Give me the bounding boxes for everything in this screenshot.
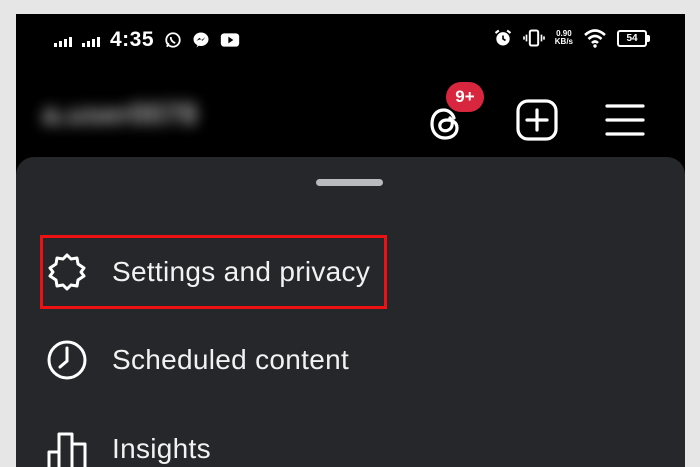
profile-header: a.user0078 9+ <box>16 68 685 158</box>
username-blurred[interactable]: a.user0078 <box>42 98 322 134</box>
clock-icon <box>44 337 90 383</box>
clock: 4:35 <box>110 28 155 51</box>
insights-chart-icon <box>44 426 90 467</box>
youtube-icon <box>220 33 240 47</box>
notification-badge: 9+ <box>446 82 484 112</box>
menu-item-insights[interactable]: Insights <box>44 419 211 467</box>
menu-item-label: Insights <box>112 433 211 464</box>
signal-icon <box>82 33 100 47</box>
sheet-drag-handle[interactable] <box>316 179 383 186</box>
status-bar-right: 0.90 KB/s 54 <box>493 28 650 48</box>
menu-item-label: Settings and privacy <box>112 256 371 287</box>
menu-item-label: Scheduled content <box>112 344 350 375</box>
messenger-icon <box>193 32 209 48</box>
menu-item-settings-and-privacy[interactable]: Settings and privacy <box>44 242 370 302</box>
network-speed-unit: KB/s <box>554 37 573 46</box>
phone-screen: 4:35 0.90 KB/s 54 a.user0078 9+ Settings… <box>16 14 685 467</box>
vibrate-icon <box>522 29 545 47</box>
battery-indicator: 54 <box>617 29 650 47</box>
create-post-icon[interactable] <box>515 98 559 142</box>
whatsapp-icon <box>165 32 181 48</box>
alarm-icon <box>494 29 511 46</box>
bottom-sheet-menu: Settings and privacy Scheduled content I… <box>16 157 685 467</box>
status-bar: 4:35 0.90 KB/s 54 <box>16 14 685 68</box>
network-speed: 0.90 KB/s <box>555 30 573 46</box>
menu-item-scheduled-content[interactable]: Scheduled content <box>44 330 349 390</box>
status-bar-left: 4:35 <box>54 28 240 52</box>
wifi-icon <box>584 29 606 48</box>
hamburger-menu-icon[interactable] <box>605 100 645 140</box>
signal-icon <box>54 33 72 47</box>
settings-icon <box>44 249 90 295</box>
